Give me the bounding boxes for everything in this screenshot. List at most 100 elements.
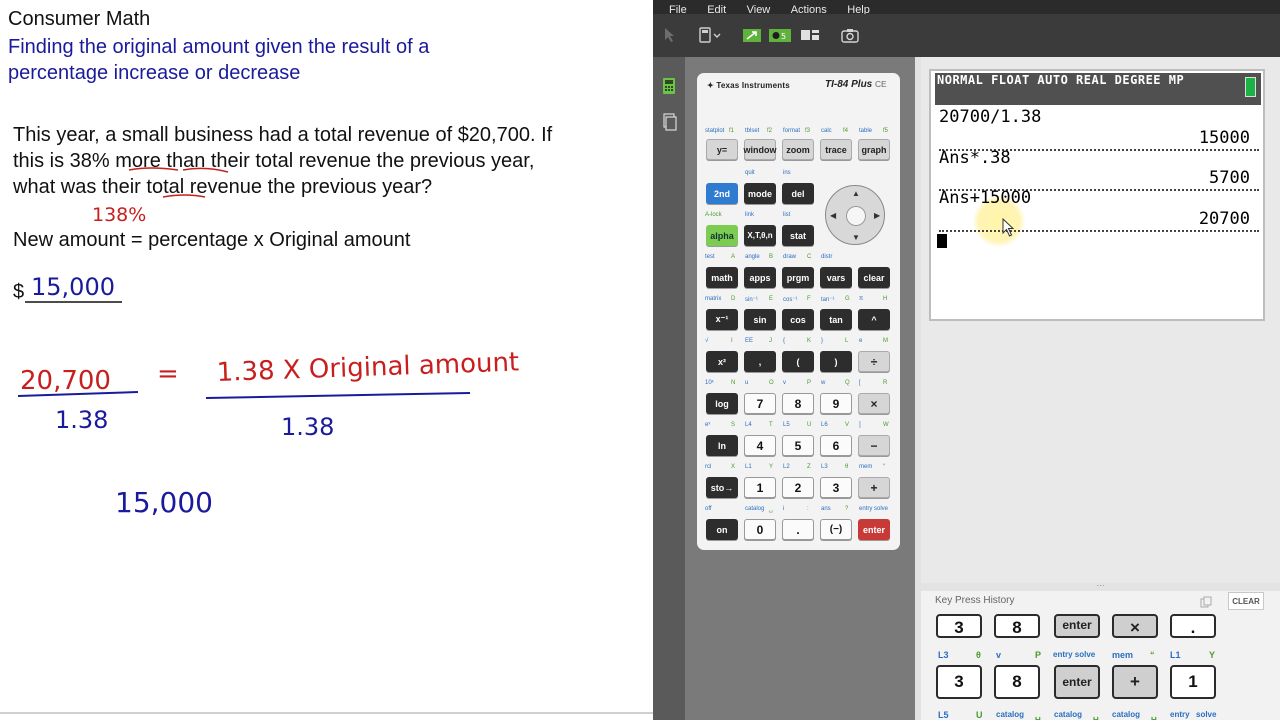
key-xt-theta-n[interactable]: X,T,θ,n [744,225,776,246]
copy-icon[interactable] [1200,595,1212,608]
key-y-equals[interactable]: y= [706,139,738,160]
underline-more [128,167,179,171]
label-alpha-v: V [845,422,850,428]
label-close-brace: } [821,338,824,344]
key-2nd[interactable]: 2nd [706,183,738,204]
key-del[interactable]: del [782,183,814,204]
screen-input-2: Ans*.38 [939,148,1011,168]
label-list: list [783,212,791,218]
key-square[interactable]: x² [706,351,738,372]
key-negative[interactable]: (−) [820,519,852,540]
send-to-calculator-icon[interactable] [741,24,763,46]
label-alpha-f: F [807,296,811,302]
history-label-solve: solve [1196,710,1217,719]
calculator-body: ✦ Texas Instruments TI-84 Plus CE statpl… [697,73,900,550]
history-key-8-previous: 8 [994,614,1040,638]
key-on[interactable]: on [706,519,738,540]
history-key-8: 8 [994,665,1040,699]
history-label-l1: L1 [1170,650,1181,660]
key-ln[interactable]: ln [706,435,738,456]
key-zoom[interactable]: zoom [782,139,814,160]
key-tan[interactable]: tan [820,309,852,330]
up-arrow-icon[interactable]: ▲ [852,189,860,198]
calculator-screen[interactable]: NORMAL FLOAT AUTO REAL DEGREE MP 20700/1… [929,69,1265,321]
history-key-enter-previous: enter [1054,614,1100,638]
key-sin[interactable]: sin [744,309,776,330]
label-matrix: matrix [705,296,722,302]
underline-than [182,167,229,173]
key-store[interactable]: sto→ [706,477,738,498]
key-2[interactable]: 2 [782,477,814,498]
label-ans: ans [821,506,831,512]
key-reciprocal[interactable]: x⁻¹ [706,309,738,330]
key-stat[interactable]: stat [782,225,814,246]
key-4[interactable]: 4 [744,435,776,456]
arrow-pad[interactable]: ▲ ▼ ◀ ▶ [825,185,885,245]
key-trace[interactable]: trace [820,139,852,160]
divisor-left: 1.38 [55,406,108,434]
key-math[interactable]: math [706,267,738,288]
calculator-view-icon[interactable] [661,77,677,95]
label-test: test [705,254,715,260]
right-arrow-icon[interactable]: ▶ [874,211,880,220]
label-alpha-question: ? [845,506,849,512]
screen-output-1: 15000 [1198,128,1250,148]
key-enter[interactable]: enter [858,519,890,540]
key-multiply[interactable]: × [858,393,890,414]
brand-label: ✦ Texas Instruments [707,81,790,90]
key-prgm[interactable]: prgm [782,267,814,288]
calculator-panel: ✦ Texas Instruments TI-84 Plus CE statpl… [685,57,915,720]
key-window[interactable]: window [744,139,777,160]
key-8[interactable]: 8 [782,393,814,414]
camera-icon[interactable] [839,24,861,46]
key-3[interactable]: 3 [820,477,852,498]
key-add[interactable]: + [858,477,890,498]
label-sqrt: √ [705,338,709,344]
arrow-pad-center [846,206,866,226]
calculator-select-icon[interactable] [697,24,725,46]
equation-right: 1.38 X Original amount [216,347,519,388]
layout-icon[interactable] [799,24,821,46]
label-alpha-y: Y [769,464,774,470]
key-1[interactable]: 1 [744,477,776,498]
key-clear[interactable]: clear [858,267,890,288]
label-l1: L1 [745,464,752,470]
status-bar: NORMAL FLOAT AUTO REAL DEGREE MP [935,73,1261,105]
pointer-tool-icon[interactable] [659,24,681,46]
label-l6: L6 [821,422,828,428]
key-6[interactable]: 6 [820,435,852,456]
screen-capture-green-icon[interactable]: 5 [767,24,793,46]
key-7[interactable]: 7 [744,393,776,414]
document-view-icon[interactable] [661,113,677,131]
key-5[interactable]: 5 [782,435,814,456]
key-press-history-panel: ··· Key Press History CLEAR [921,582,1280,720]
key-power[interactable]: ^ [858,309,890,330]
label-alpha-h: H [883,296,888,302]
key-subtract[interactable]: − [858,435,890,456]
divisor-right: 1.38 [281,413,334,441]
key-apps[interactable]: apps [744,267,776,288]
left-arrow-icon[interactable]: ◀ [830,211,836,220]
label-table: table [859,128,873,134]
down-arrow-icon[interactable]: ▼ [852,233,860,242]
key-alpha[interactable]: alpha [706,225,738,246]
resize-grip[interactable]: ··· [921,582,1280,591]
key-vars[interactable]: vars [820,267,852,288]
key-open-paren[interactable]: ( [782,351,814,372]
key-comma[interactable]: , [744,351,776,372]
key-graph[interactable]: graph [858,139,890,160]
key-9[interactable]: 9 [820,393,852,414]
label-draw: draw [783,254,797,260]
label-f4: f4 [843,128,849,134]
key-decimal[interactable]: . [782,519,814,540]
entry-separator [939,230,1259,232]
clear-history-button[interactable]: CLEAR [1228,592,1264,610]
label-sin-inverse: sin⁻¹ [745,297,758,303]
key-divide[interactable]: ÷ [858,351,890,372]
key-close-paren[interactable]: ) [820,351,852,372]
key-log[interactable]: log [706,393,738,414]
key-0[interactable]: 0 [744,519,776,540]
key-cos[interactable]: cos [782,309,814,330]
key-mode[interactable]: mode [744,183,776,204]
history-key-decimal-previous: . [1170,614,1216,638]
